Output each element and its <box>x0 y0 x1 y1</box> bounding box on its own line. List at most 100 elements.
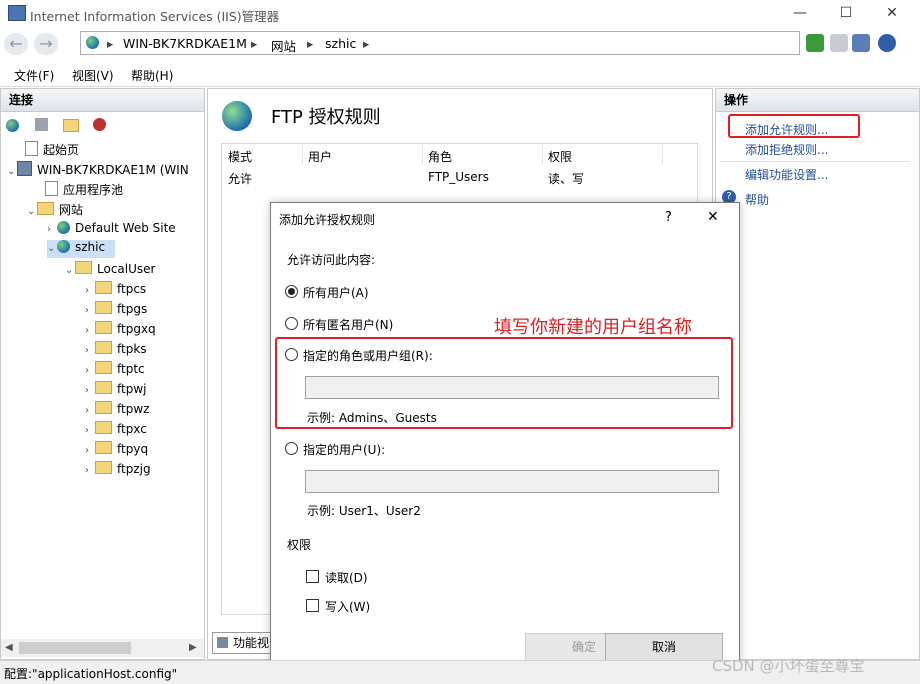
cell-role[interactable]: FTP_Users <box>428 170 489 184</box>
tree-item-szhic[interactable]: ⌄ szhic <box>47 240 115 258</box>
disconnect-icon[interactable] <box>93 118 106 131</box>
chevron-right-icon[interactable]: › <box>85 325 95 336</box>
minimize-button[interactable]: — <box>780 2 820 24</box>
dialog-help-button[interactable]: ? <box>665 210 672 225</box>
scroll-thumb[interactable] <box>19 642 131 654</box>
add-deny-rule-link[interactable]: 添加拒绝规则... <box>745 141 828 158</box>
connections-toolbar <box>1 113 204 137</box>
chevron-down-icon[interactable]: ⌄ <box>27 206 37 217</box>
address-segment-sites[interactable]: 网站 <box>271 36 296 55</box>
up-folder-icon[interactable] <box>63 119 79 132</box>
radio-anonymous-users-label[interactable]: 所有匿名用户(N) <box>303 316 393 333</box>
connections-header: 连接 <box>1 89 204 112</box>
tree-item-folder[interactable]: › ftpwj <box>85 381 146 399</box>
chevron-right-icon[interactable]: › <box>85 305 95 316</box>
chevron-right-icon[interactable]: › <box>85 465 95 476</box>
chevron-down-icon[interactable]: ⌄ <box>65 265 75 276</box>
help-link[interactable]: 帮助 <box>745 191 769 208</box>
menu-help[interactable]: 帮助(H) <box>131 67 173 84</box>
folder-icon <box>95 401 112 414</box>
tree-item-folder[interactable]: › ftpwz <box>85 401 149 419</box>
connect-icon[interactable] <box>6 119 19 132</box>
tree-item-start-page[interactable]: 起始页 <box>25 141 79 159</box>
tree-item-folder[interactable]: › ftpyq <box>85 441 148 459</box>
address-segment-site[interactable]: szhic <box>325 36 356 51</box>
highlight-add-allow-rule <box>728 114 860 138</box>
add-allow-rule-dialog: 添加允许授权规则 ? ✕ 允许访问此内容: 所有用户(A) 所有匿名用户(N) … <box>270 202 740 667</box>
chevron-right-icon[interactable]: › <box>47 224 57 235</box>
chevron-right-icon[interactable]: › <box>85 285 95 296</box>
radio-anonymous-users[interactable] <box>285 317 298 330</box>
tree-item-folder[interactable]: › ftpxc <box>85 421 147 439</box>
tree-item-app-pools[interactable]: 应用程序池 <box>45 181 123 199</box>
window-title: Internet Information Services (IIS)管理器 <box>30 9 280 24</box>
chevron-right-icon[interactable]: › <box>85 425 95 436</box>
dialog-close-button[interactable]: ✕ <box>707 209 719 225</box>
tree-item-localuser[interactable]: ⌄ LocalUser <box>65 261 155 279</box>
chevron-down-icon[interactable]: ⌄ <box>7 166 17 177</box>
close-button[interactable]: ✕ <box>872 2 912 24</box>
column-header-user[interactable]: 用户 <box>308 148 332 165</box>
horizontal-scrollbar[interactable]: ◀ ▶ <box>1 639 204 657</box>
page-title: FTP 授权规则 <box>271 107 381 128</box>
write-checkbox[interactable] <box>306 599 319 612</box>
scroll-right-icon[interactable]: ▶ <box>189 642 197 653</box>
folder-icon <box>95 381 112 394</box>
back-button[interactable]: ← <box>4 33 28 55</box>
refresh-icon[interactable] <box>806 34 824 52</box>
cell-mode[interactable]: 允许 <box>228 170 252 187</box>
dialog-title: 添加允许授权规则 <box>279 213 376 227</box>
chevron-right-icon[interactable]: › <box>85 405 95 416</box>
annotation-text: 填写你新建的用户组名称 <box>494 317 692 338</box>
globe-icon <box>222 101 252 131</box>
title-bar: Internet Information Services (IIS)管理器 —… <box>0 0 920 26</box>
radio-all-users-label[interactable]: 所有用户(A) <box>303 284 369 301</box>
radio-all-users[interactable] <box>285 285 298 298</box>
highlight-roles-section <box>275 337 733 429</box>
edit-feature-settings-link[interactable]: 编辑功能设置... <box>745 166 828 183</box>
chevron-down-icon[interactable]: ⌄ <box>47 243 57 254</box>
chevron-right-icon[interactable]: › <box>85 365 95 376</box>
address-segment-server[interactable]: WIN-BK7KRDKAE1M <box>123 36 247 51</box>
help-icon[interactable] <box>878 34 896 52</box>
forward-button[interactable]: → <box>34 33 58 55</box>
tree-item-folder[interactable]: › ftpgxq <box>85 321 156 339</box>
globe-icon <box>57 221 70 234</box>
status-text: 配置:"applicationHost.config" <box>4 667 178 681</box>
tree-item-folder[interactable]: › ftptc <box>85 361 145 379</box>
menu-bar: 文件(F) 视图(V) 帮助(H) <box>0 62 920 87</box>
read-checkbox[interactable] <box>306 570 319 583</box>
chevron-right-icon[interactable]: › <box>85 445 95 456</box>
home-icon[interactable] <box>852 34 870 52</box>
tree-item-sites[interactable]: ⌄ 网站 <box>27 201 83 219</box>
cancel-button[interactable]: 取消 <box>605 633 723 661</box>
menu-view[interactable]: 视图(V) <box>72 67 114 84</box>
tree-item-folder[interactable]: › ftpgs <box>85 301 147 319</box>
tree-item-folder[interactable]: › ftpzjg <box>85 461 151 479</box>
users-input[interactable] <box>305 470 719 493</box>
column-header-permissions[interactable]: 权限 <box>548 148 572 165</box>
write-checkbox-label[interactable]: 写入(W) <box>325 598 370 615</box>
read-checkbox-label[interactable]: 读取(D) <box>325 569 368 586</box>
scroll-left-icon[interactable]: ◀ <box>5 642 13 653</box>
actions-header: 操作 <box>716 89 919 112</box>
address-bar[interactable]: ▸ WIN-BK7KRDKAE1M ▸ 网站 ▸ szhic ▸ <box>80 31 800 55</box>
tree-item-folder[interactable]: › ftpks <box>85 341 147 359</box>
column-header-role[interactable]: 角色 <box>428 148 452 165</box>
cell-permissions[interactable]: 读、写 <box>548 170 584 187</box>
menu-file[interactable]: 文件(F) <box>14 67 54 84</box>
tree-item-server[interactable]: ⌄ WIN-BK7KRDKAE1M (WIN <box>7 161 189 179</box>
tree-item-default-web-site[interactable]: › Default Web Site <box>47 221 176 239</box>
tree-item-folder[interactable]: › ftpcs <box>85 281 146 299</box>
status-bar: 配置:"applicationHost.config" CSDN @小坏蛋至尊宝 <box>0 657 920 684</box>
radio-specific-users-label[interactable]: 指定的用户(U): <box>303 441 385 458</box>
maximize-button[interactable]: ☐ <box>826 2 866 24</box>
chevron-right-icon[interactable]: › <box>85 385 95 396</box>
save-icon[interactable] <box>35 118 48 131</box>
column-header-mode[interactable]: 模式 <box>228 148 252 165</box>
connections-panel: 连接 起始页 ⌄ WIN-BK7KRDKAE1M (WIN 应用程序池 ⌄ 网站 ›… <box>0 88 205 660</box>
chevron-right-icon[interactable]: › <box>85 345 95 356</box>
stop-icon[interactable] <box>830 34 848 52</box>
radio-specific-users[interactable] <box>285 442 298 455</box>
folder-icon <box>37 202 54 215</box>
